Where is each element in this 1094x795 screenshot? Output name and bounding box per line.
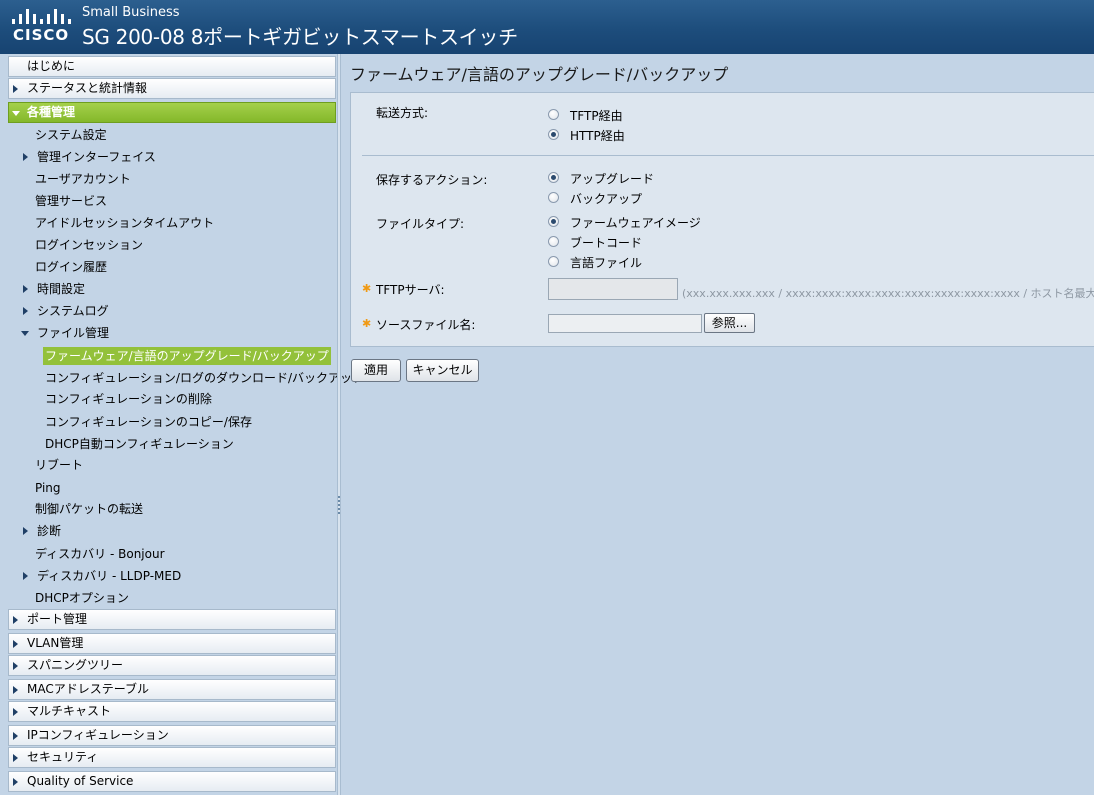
sidebar-item-discovery-lldp-med[interactable]: ディスカバリ - LLDP-MED — [37, 567, 181, 585]
sidebar-item-config-delete[interactable]: コンフィギュレーションの削除 — [45, 390, 212, 408]
nav-label: マルチキャスト — [27, 704, 112, 718]
radio-http-label: HTTP経由 — [570, 129, 625, 143]
splitter-grip-icon[interactable] — [338, 496, 340, 514]
nav-getting-started[interactable]: はじめに — [8, 56, 336, 77]
radio-upgrade[interactable] — [548, 172, 559, 183]
sidebar-item-system-log[interactable]: システムログ — [37, 302, 109, 320]
nav-mac-address-table[interactable]: MACアドレステーブル — [8, 679, 336, 700]
sidebar-item-control-packet-forwarding[interactable]: 制御パケットの転送 — [35, 500, 143, 518]
sidebar-item-reboot[interactable]: リブート — [35, 456, 83, 474]
chevron-right-icon — [13, 732, 18, 740]
chevron-right-icon — [13, 708, 18, 716]
nav-ip-configuration[interactable]: IPコンフィギュレーション — [8, 725, 336, 746]
chevron-down-icon — [12, 111, 20, 116]
sidebar-item-idle-session-timeout[interactable]: アイドルセッションタイムアウト — [35, 214, 214, 232]
chevron-right-icon — [13, 754, 18, 762]
sidebar-item-file-management[interactable]: ファイル管理 — [37, 324, 109, 342]
radio-tftp-label: TFTP経由 — [570, 109, 623, 123]
radio-backup-label: バックアップ — [570, 192, 643, 206]
sidebar-item-config-copy[interactable]: コンフィギュレーションのコピー/保存 — [45, 413, 252, 431]
sidebar-splitter[interactable] — [337, 54, 341, 795]
chevron-right-icon — [23, 285, 28, 293]
nav-label: スパニングツリー — [27, 658, 124, 672]
sidebar-item-firmware-upgrade[interactable]: ファームウェア/言語のアップグレード/バックアップ — [43, 347, 331, 365]
browse-button[interactable]: 参照... — [704, 313, 755, 333]
sidebar-item-dhcp-auto-config[interactable]: DHCP自動コンフィギュレーション — [45, 435, 234, 453]
nav-label: IPコンフィギュレーション — [27, 728, 169, 742]
nav-label: Quality of Service — [27, 774, 134, 788]
nav-label: はじめに — [27, 59, 76, 73]
file-type-label: ファイルタイプ: — [376, 217, 465, 231]
radio-firmware-image[interactable] — [548, 216, 559, 227]
sidebar-item-system-settings[interactable]: システム設定 — [35, 126, 107, 144]
device-title: SG 200-08 8ポートギガビットスマートスイッチ — [82, 25, 518, 49]
tftp-server-input[interactable] — [548, 278, 678, 300]
nav-status-statistics[interactable]: ステータスと統計情報 — [8, 78, 336, 99]
apply-button[interactable]: 適用 — [351, 359, 401, 382]
chevron-right-icon — [13, 85, 18, 93]
radio-tftp[interactable] — [548, 109, 559, 120]
source-file-input[interactable] — [548, 314, 702, 333]
nav-security[interactable]: セキュリティ — [8, 747, 336, 768]
chevron-right-icon — [23, 307, 28, 315]
cisco-logo-bars-icon — [11, 6, 71, 24]
sidebar-item-ping[interactable]: Ping — [35, 479, 61, 497]
radio-boot-code[interactable] — [548, 236, 559, 247]
sidebar-item-config-download[interactable]: コンフィギュレーション/ログのダウンロード/バックアップ — [45, 369, 364, 387]
radio-boot-code-label: ブートコード — [570, 236, 643, 250]
chevron-down-icon — [21, 331, 29, 336]
chevron-right-icon — [13, 778, 18, 786]
nav-label: セキュリティ — [27, 750, 99, 764]
nav-label: ステータスと統計情報 — [27, 81, 148, 95]
nav-spanning-tree[interactable]: スパニングツリー — [8, 655, 336, 676]
page-title: ファームウェア/言語のアップグレード/バックアップ — [350, 65, 729, 84]
nav-label: MACアドレステーブル — [27, 682, 150, 696]
cancel-button[interactable]: キャンセル — [406, 359, 479, 382]
nav-multicast[interactable]: マルチキャスト — [8, 701, 336, 722]
sidebar-item-login-history[interactable]: ログイン履歴 — [35, 258, 107, 276]
radio-language-file-label: 言語ファイル — [570, 256, 643, 270]
chevron-right-icon — [23, 527, 28, 535]
chevron-right-icon — [13, 616, 18, 624]
product-line: Small Business — [82, 5, 180, 20]
nav-label: 各種管理 — [27, 105, 76, 119]
nav-label: ポート管理 — [27, 612, 88, 626]
sidebar-item-user-accounts[interactable]: ユーザアカウント — [35, 170, 131, 188]
sidebar-item-login-sessions[interactable]: ログインセッション — [35, 236, 143, 254]
radio-language-file[interactable] — [548, 256, 559, 267]
chevron-right-icon — [13, 686, 18, 694]
sidebar-item-diagnostics[interactable]: 診断 — [37, 522, 61, 540]
chevron-right-icon — [13, 662, 18, 670]
transfer-method-label: 転送方式: — [376, 106, 429, 120]
chevron-right-icon — [23, 572, 28, 580]
radio-upgrade-label: アップグレード — [570, 172, 655, 186]
sidebar-item-management-interface[interactable]: 管理インターフェイス — [37, 148, 156, 166]
sidebar-item-dhcp-options[interactable]: DHCPオプション — [35, 589, 129, 607]
chevron-right-icon — [23, 153, 28, 161]
required-asterisk-icon: ✱ — [362, 317, 372, 330]
radio-backup[interactable] — [548, 192, 559, 203]
radio-firmware-image-label: ファームウェアイメージ — [570, 216, 701, 230]
nav-quality-of-service[interactable]: Quality of Service — [8, 771, 336, 792]
nav-label: VLAN管理 — [27, 636, 84, 650]
sidebar-item-discovery-bonjour[interactable]: ディスカバリ - Bonjour — [35, 545, 165, 563]
sidebar-item-time-settings[interactable]: 時間設定 — [37, 280, 85, 298]
app-header: CISCO Small Business SG 200-08 8ポートギガビット… — [0, 0, 1094, 54]
tftp-server-hint: (xxx.xxx.xxx.xxx / xxxx:xxxx:xxxx:xxxx:x… — [682, 287, 1094, 300]
navigation-sidebar: はじめに ステータスと統計情報 各種管理 システム設定 管理インターフェイス ユ… — [0, 54, 364, 795]
required-asterisk-icon: ✱ — [362, 282, 372, 295]
chevron-right-icon — [13, 640, 18, 648]
nav-vlan-management[interactable]: VLAN管理 — [8, 633, 336, 654]
cisco-logo: CISCO — [11, 6, 71, 46]
nav-administration[interactable]: 各種管理 — [8, 102, 336, 123]
section-divider — [362, 155, 1094, 156]
sidebar-item-management-services[interactable]: 管理サービス — [35, 192, 107, 210]
radio-http[interactable] — [548, 129, 559, 140]
cisco-logo-text: CISCO — [13, 26, 70, 44]
source-file-label: ソースファイル名: — [376, 318, 476, 332]
save-action-label: 保存するアクション: — [376, 173, 488, 187]
nav-port-management[interactable]: ポート管理 — [8, 609, 336, 630]
tftp-server-label: TFTPサーバ: — [376, 283, 445, 297]
